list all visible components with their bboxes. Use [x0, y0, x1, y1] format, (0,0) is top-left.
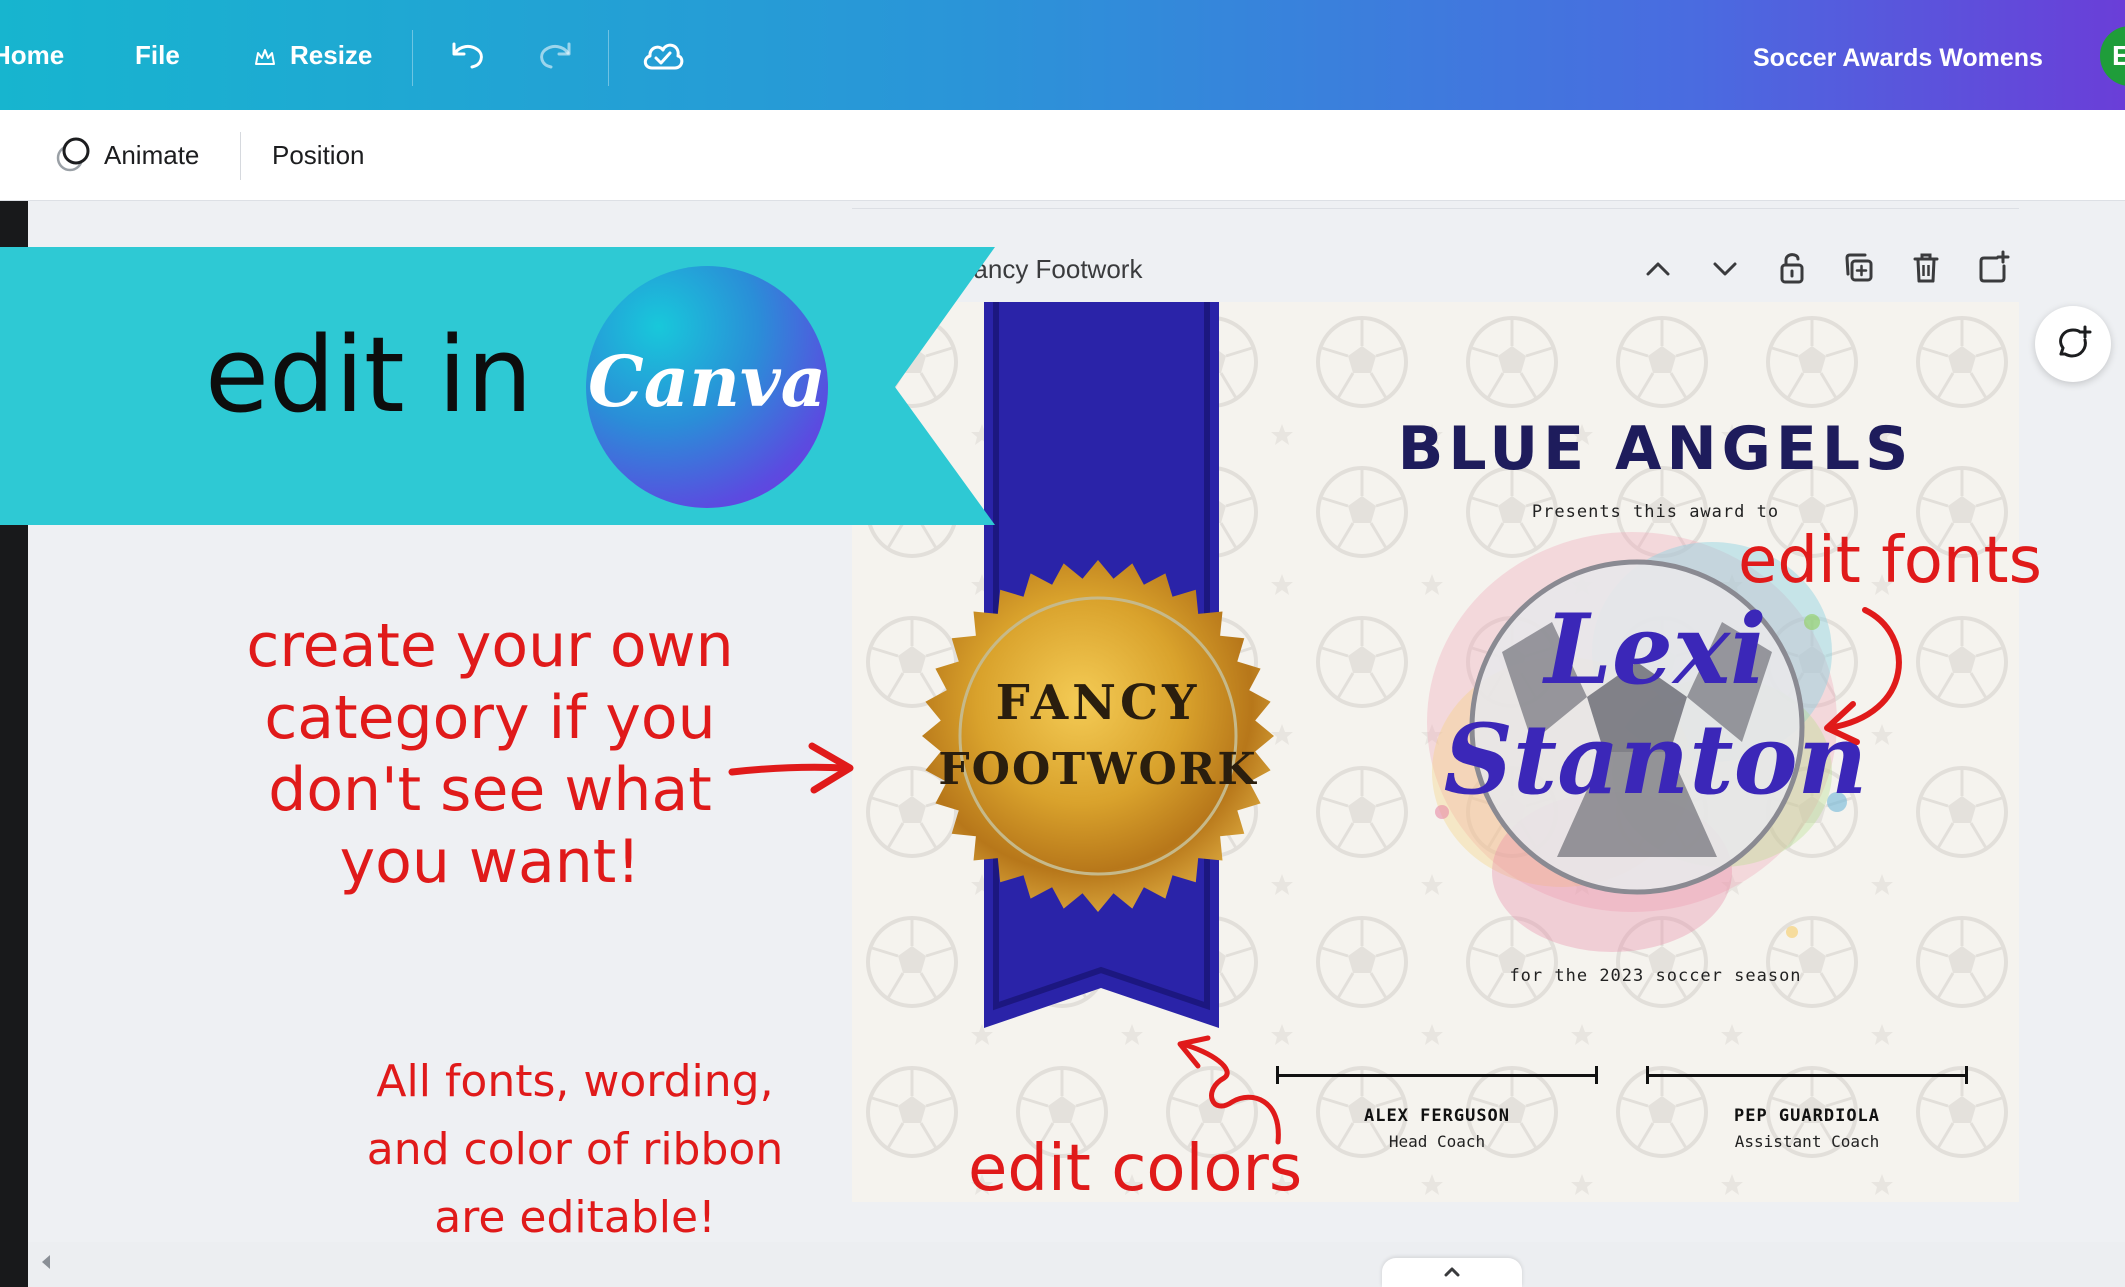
- squiggle-arrow-icon: [1177, 1035, 1281, 1145]
- annotation-line: category if you: [264, 683, 716, 753]
- arrow-right-icon: [728, 742, 854, 794]
- position-button[interactable]: Position: [272, 140, 365, 171]
- canva-logo-text: Canva: [588, 340, 826, 423]
- canva-logo: Canva: [586, 266, 828, 508]
- animate-label: Animate: [104, 140, 200, 170]
- annotation-edit-fonts: edit fonts: [1738, 524, 2042, 598]
- annotation-line: create your own: [246, 611, 734, 681]
- annotation-create-category: create your own category if you don't se…: [180, 610, 800, 898]
- design-page[interactable]: FANCY FOOTWORK BLUE ANGELS Presents this…: [852, 302, 2019, 1202]
- annotation-line: and color of ribbon: [366, 1124, 784, 1175]
- signer-2-name[interactable]: PEP GUARDIOLA: [1646, 1106, 1968, 1126]
- redo-icon[interactable]: [535, 38, 575, 74]
- curved-arrow-icon: [1824, 607, 1902, 745]
- divider: [608, 30, 609, 86]
- resize-button[interactable]: Resize: [250, 40, 550, 72]
- signature-line-1-cap: [1595, 1066, 1598, 1084]
- annotation-all-editable: All fonts, wording, and color of ribbon …: [330, 1048, 820, 1252]
- add-comment-button[interactable]: [2035, 306, 2111, 382]
- annotation-line: don't see what: [268, 755, 712, 825]
- lock-icon[interactable]: [1772, 248, 1812, 288]
- trash-icon[interactable]: [1906, 248, 1946, 288]
- horizontal-scroll-area[interactable]: [28, 1242, 2125, 1287]
- duplicate-icon[interactable]: [1839, 248, 1879, 288]
- signature-line-2-cap: [1646, 1066, 1649, 1084]
- team-name[interactable]: BLUE ANGELS: [1292, 414, 2019, 484]
- add-page-icon[interactable]: [1973, 248, 2013, 288]
- seal-line-2: FOOTWORK: [938, 744, 1257, 795]
- animate-button[interactable]: Animate: [54, 134, 234, 176]
- toolbar-divider: [240, 132, 241, 180]
- chevron-up-icon: [1444, 1267, 1460, 1277]
- comment-add-icon: [2059, 325, 2092, 358]
- signature-line-2-cap: [1965, 1066, 1968, 1084]
- season-text[interactable]: for the 2023 soccer season: [1292, 966, 2019, 986]
- gold-seal[interactable]: FANCY FOOTWORK: [918, 556, 1278, 916]
- signer-2-title[interactable]: Assistant Coach: [1646, 1132, 1968, 1151]
- annotation-line: you want!: [339, 827, 641, 897]
- banner-text: edit in: [205, 314, 533, 436]
- seal-line-1: FANCY: [996, 675, 1201, 731]
- show-pages-button[interactable]: [1382, 1258, 1522, 1287]
- crown-icon: [255, 49, 275, 65]
- chevron-down-icon[interactable]: [1705, 248, 1745, 288]
- divider: [412, 30, 413, 86]
- signature-line-1: [1276, 1074, 1598, 1077]
- animate-icon: [56, 137, 90, 172]
- avatar[interactable]: E: [2100, 26, 2125, 86]
- file-menu-button[interactable]: File: [135, 40, 180, 71]
- cloud-save-icon[interactable]: [640, 36, 686, 74]
- undo-icon[interactable]: [448, 38, 488, 74]
- signer-1-title[interactable]: Head Coach: [1276, 1132, 1598, 1151]
- chevron-up-icon[interactable]: [1638, 248, 1678, 288]
- annotation-line: All fonts, wording,: [376, 1056, 774, 1107]
- signature-line-2: [1646, 1074, 1968, 1077]
- home-button[interactable]: Home: [0, 40, 64, 71]
- resize-label: Resize: [290, 40, 373, 70]
- top-bar: Home File Resize Soccer Awards Womens E: [0, 0, 2125, 110]
- signer-1-name[interactable]: ALEX FERGUSON: [1276, 1106, 1598, 1126]
- page-divider: [852, 208, 2019, 209]
- avatar-initial: E: [2112, 40, 2125, 71]
- document-title[interactable]: Soccer Awards Womens: [1753, 44, 2043, 73]
- scroll-left-icon[interactable]: [38, 1252, 54, 1272]
